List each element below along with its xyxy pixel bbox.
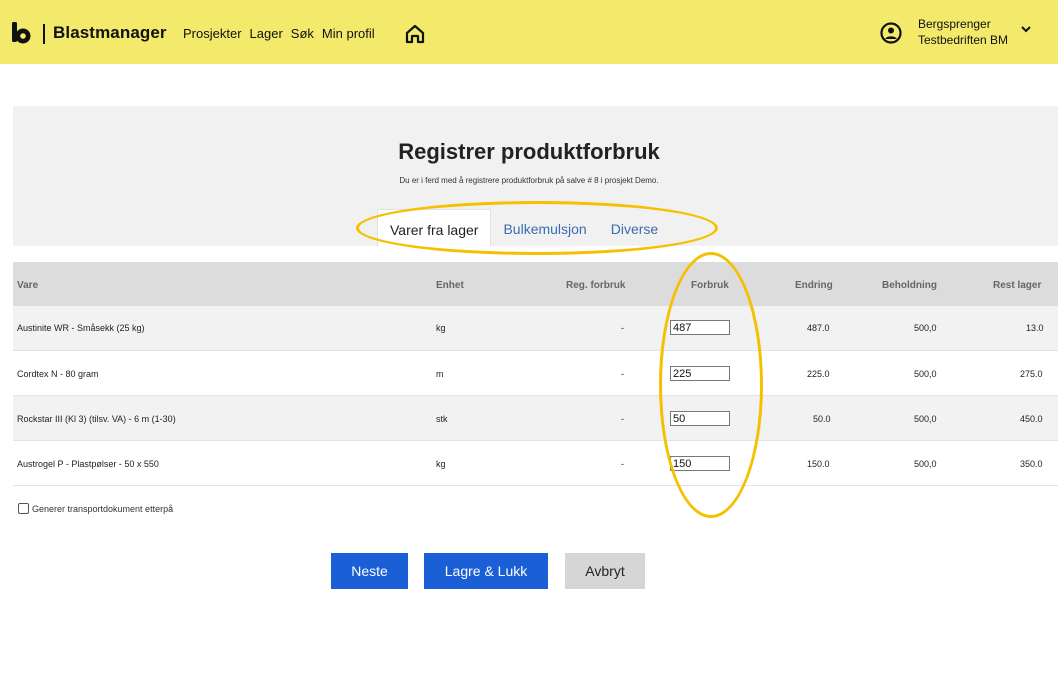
cell-endring: 150.0 — [807, 459, 830, 469]
table-row — [13, 351, 1058, 396]
transport-label: Generer transportdokument etterpå — [32, 503, 174, 514]
chevron-down-icon[interactable] — [1019, 22, 1033, 36]
cell-vare: Austrogel P - Plastpølser - 50 x 550 — [17, 459, 159, 469]
cell-endring: 225.0 — [807, 369, 830, 379]
cell-enhet: kg — [436, 459, 446, 469]
cell-beholdning: 500,0 — [914, 369, 937, 379]
col-beholdning: Beholdning — [882, 280, 937, 291]
nav-min-profil[interactable]: Min profil — [322, 26, 375, 41]
col-enhet: Enhet — [436, 280, 464, 291]
transport-checkbox[interactable] — [18, 503, 29, 514]
cancel-button[interactable]: Avbryt — [565, 553, 645, 589]
brand-name[interactable]: Blastmanager — [53, 23, 167, 43]
page-subtitle: Du er i ferd med å registrere produktfor… — [399, 176, 659, 185]
cell-vare: Cordtex N - 80 gram — [17, 369, 99, 379]
cell-enhet: kg — [436, 323, 446, 333]
transport-option: Generer transportdokument etterpå — [18, 503, 173, 514]
forbruk-highlight-annotation — [659, 252, 763, 518]
main-nav: Prosjekter Lager Søk Min profil — [183, 26, 375, 41]
cell-beholdning: 500,0 — [914, 323, 937, 333]
cell-vare: Rockstar III (Kl 3) (tilsv. VA) - 6 m (1… — [17, 414, 176, 424]
user-info[interactable]: Bergsprenger Testbedriften BM — [918, 16, 1008, 48]
col-rest-lager: Rest lager — [993, 280, 1042, 291]
col-endring: Endring — [795, 280, 833, 291]
col-reg-forbruk: Reg. forbruk — [566, 280, 626, 291]
cell-rest-lager: 450.0 — [1020, 414, 1043, 424]
tabs-highlight-annotation — [356, 201, 718, 255]
top-bar: Blastmanager Prosjekter Lager Søk Min pr… — [0, 0, 1058, 64]
cell-reg-forbruk: - — [621, 414, 624, 424]
cell-endring: 50.0 — [813, 414, 831, 424]
user-company: Testbedriften BM — [918, 33, 1009, 47]
cell-enhet: m — [436, 369, 444, 379]
table-row — [13, 306, 1058, 351]
user-role: Bergsprenger — [918, 17, 991, 31]
user-avatar-icon[interactable] — [880, 22, 902, 44]
home-icon[interactable] — [404, 23, 426, 45]
cell-rest-lager: 275.0 — [1020, 369, 1043, 379]
cell-reg-forbruk: - — [621, 323, 624, 333]
col-vare: Vare — [17, 280, 39, 291]
cell-reg-forbruk: - — [621, 459, 624, 469]
table-row — [13, 441, 1058, 486]
cell-enhet: stk — [436, 414, 448, 424]
nav-prosjekter[interactable]: Prosjekter — [183, 26, 242, 41]
nav-sok[interactable]: Søk — [291, 26, 314, 41]
save-close-button[interactable]: Lagre & Lukk — [424, 553, 548, 589]
cell-rest-lager: 350.0 — [1020, 459, 1043, 469]
nav-lager[interactable]: Lager — [250, 26, 283, 41]
blastmanager-logo-icon[interactable] — [12, 22, 32, 44]
cell-reg-forbruk: - — [621, 369, 624, 379]
logo-divider — [43, 24, 45, 44]
cell-vare: Austinite WR - Småsekk (25 kg) — [17, 323, 145, 333]
next-button[interactable]: Neste — [331, 553, 408, 589]
cell-endring: 487.0 — [807, 323, 830, 333]
cell-beholdning: 500,0 — [914, 459, 937, 469]
cell-beholdning: 500,0 — [914, 414, 937, 424]
page-title: Registrer produktforbruk — [398, 139, 660, 164]
cell-rest-lager: 13.0 — [1026, 323, 1044, 333]
